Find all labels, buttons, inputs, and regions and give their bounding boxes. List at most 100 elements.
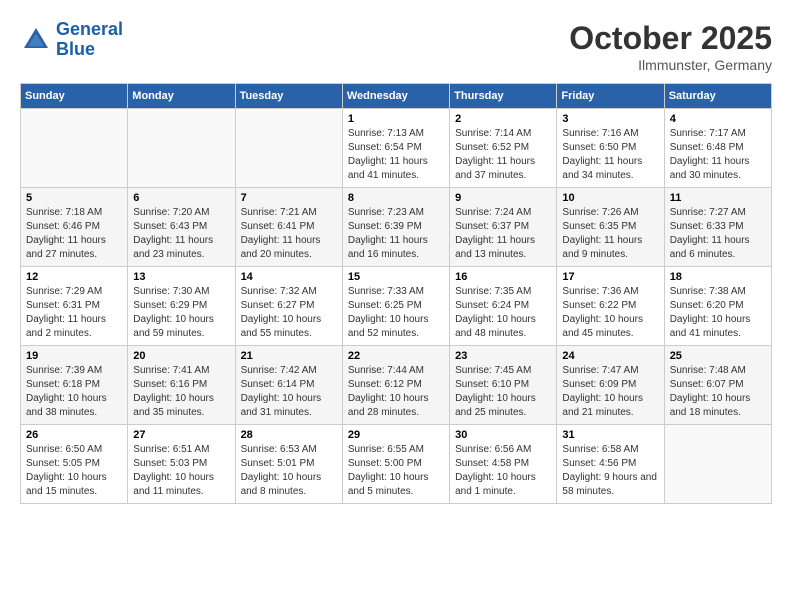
calendar-cell: 26 Sunrise: 6:50 AMSunset: 5:05 PMDayligh… [21,425,128,504]
week-row-1: 1 Sunrise: 7:13 AMSunset: 6:54 PMDaylight… [21,109,772,188]
weekday-header-wednesday: Wednesday [342,84,449,109]
weekday-header-tuesday: Tuesday [235,84,342,109]
day-info: Sunrise: 7:38 AMSunset: 6:20 PMDaylight:… [670,285,766,341]
weekday-header-saturday: Saturday [664,84,771,109]
logo-text: General Blue [56,20,123,60]
calendar-cell: 21Sunrise: 7:42 AMSunset: 6:14 PMDayligh… [235,346,342,425]
logo: General Blue [20,20,123,60]
calendar-cell: 16 Sunrise: 7:35 AMSunset: 6:24 PMDayligh… [450,267,557,346]
calendar-cell: 24Sunrise: 7:47 AMSunset: 6:09 PMDayligh… [557,346,664,425]
calendar-cell: 29 Sunrise: 6:55 AMSunset: 5:00 PMDayligh… [342,425,449,504]
day-number: 19 [26,350,122,362]
day-info: Sunrise: 7:29 AMSunset: 6:31 PMDaylight:… [26,285,122,341]
calendar: SundayMondayTuesdayWednesdayThursdayFrid… [20,83,772,504]
logo-blue: Blue [56,39,95,59]
day-info: Sunrise: 7:21 AMSunset: 6:41 PMDaylight:… [241,206,337,262]
calendar-cell: 20 Sunrise: 7:41 AMSunset: 6:16 PMDayligh… [128,346,235,425]
page-header: General Blue October 2025 Ilmmunster, Ge… [20,20,772,73]
calendar-cell: 3 Sunrise: 7:16 AMSunset: 6:50 PMDaylight… [557,109,664,188]
weekday-header-monday: Monday [128,84,235,109]
calendar-cell: 9Sunrise: 7:24 AMSunset: 6:37 PMDaylight… [450,188,557,267]
calendar-cell: 7Sunrise: 7:21 AMSunset: 6:41 PMDaylight… [235,188,342,267]
day-info: Sunrise: 6:51 AMSunset: 5:03 PMDaylight:… [133,443,229,499]
weekday-header-thursday: Thursday [450,84,557,109]
day-number: 16 [455,271,551,283]
day-number: 23 [455,350,551,362]
day-info: Sunrise: 7:35 AMSunset: 6:24 PMDaylight:… [455,285,551,341]
day-info: Sunrise: 7:33 AMSunset: 6:25 PMDaylight:… [348,285,444,341]
day-info: Sunrise: 7:26 AMSunset: 6:35 PMDaylight:… [562,206,658,262]
calendar-cell: 23 Sunrise: 7:45 AMSunset: 6:10 PMDayligh… [450,346,557,425]
day-number: 4 [670,113,766,125]
calendar-cell: 19 Sunrise: 7:39 AMSunset: 6:18 PMDayligh… [21,346,128,425]
logo-icon [20,24,52,56]
weekday-header-friday: Friday [557,84,664,109]
day-info: Sunrise: 7:23 AMSunset: 6:39 PMDaylight:… [348,206,444,262]
day-number: 5 [26,192,122,204]
week-row-5: 26 Sunrise: 6:50 AMSunset: 5:05 PMDayligh… [21,425,772,504]
calendar-cell [128,109,235,188]
day-info: Sunrise: 7:18 AMSunset: 6:46 PMDaylight:… [26,206,122,262]
logo-general: General [56,19,123,39]
calendar-cell: 15 Sunrise: 7:33 AMSunset: 6:25 PMDayligh… [342,267,449,346]
day-info: Sunrise: 7:36 AMSunset: 6:22 PMDaylight:… [562,285,658,341]
day-number: 17 [562,271,658,283]
day-number: 11 [670,192,766,204]
day-number: 12 [26,271,122,283]
week-row-4: 19 Sunrise: 7:39 AMSunset: 6:18 PMDayligh… [21,346,772,425]
day-info: Sunrise: 7:42 AMSunset: 6:14 PMDaylight:… [241,364,337,420]
calendar-cell: 28Sunrise: 6:53 AMSunset: 5:01 PMDayligh… [235,425,342,504]
day-info: Sunrise: 7:32 AMSunset: 6:27 PMDaylight:… [241,285,337,341]
calendar-cell: 12 Sunrise: 7:29 AMSunset: 6:31 PMDayligh… [21,267,128,346]
day-info: Sunrise: 6:56 AMSunset: 4:58 PMDaylight:… [455,443,551,499]
day-number: 14 [241,271,337,283]
day-info: Sunrise: 7:13 AMSunset: 6:54 PMDaylight:… [348,127,444,183]
day-number: 25 [670,350,766,362]
day-number: 1 [348,113,444,125]
day-number: 30 [455,429,551,441]
calendar-cell: 10Sunrise: 7:26 AMSunset: 6:35 PMDayligh… [557,188,664,267]
calendar-cell: 25 Sunrise: 7:48 AMSunset: 6:07 PMDayligh… [664,346,771,425]
calendar-cell: 17 Sunrise: 7:36 AMSunset: 6:22 PMDayligh… [557,267,664,346]
calendar-cell: 13Sunrise: 7:30 AMSunset: 6:29 PMDayligh… [128,267,235,346]
calendar-cell [21,109,128,188]
calendar-cell: 30 Sunrise: 6:56 AMSunset: 4:58 PMDayligh… [450,425,557,504]
day-info: Sunrise: 7:16 AMSunset: 6:50 PMDaylight:… [562,127,658,183]
day-info: Sunrise: 7:27 AMSunset: 6:33 PMDaylight:… [670,206,766,262]
title-block: October 2025 Ilmmunster, Germany [569,20,772,73]
day-number: 27 [133,429,229,441]
calendar-cell: 31Sunrise: 6:58 AMSunset: 4:56 PMDayligh… [557,425,664,504]
day-info: Sunrise: 6:53 AMSunset: 5:01 PMDaylight:… [241,443,337,499]
calendar-cell: 2Sunrise: 7:14 AMSunset: 6:52 PMDaylight… [450,109,557,188]
weekday-header-sunday: Sunday [21,84,128,109]
day-info: Sunrise: 6:55 AMSunset: 5:00 PMDaylight:… [348,443,444,499]
day-number: 3 [562,113,658,125]
day-info: Sunrise: 7:39 AMSunset: 6:18 PMDaylight:… [26,364,122,420]
calendar-cell [235,109,342,188]
week-row-3: 12 Sunrise: 7:29 AMSunset: 6:31 PMDayligh… [21,267,772,346]
day-info: Sunrise: 7:20 AMSunset: 6:43 PMDaylight:… [133,206,229,262]
calendar-cell: 11 Sunrise: 7:27 AMSunset: 6:33 PMDayligh… [664,188,771,267]
day-info: Sunrise: 7:41 AMSunset: 6:16 PMDaylight:… [133,364,229,420]
calendar-cell: 22Sunrise: 7:44 AMSunset: 6:12 PMDayligh… [342,346,449,425]
day-info: Sunrise: 7:24 AMSunset: 6:37 PMDaylight:… [455,206,551,262]
month-title: October 2025 [569,20,772,57]
day-number: 20 [133,350,229,362]
calendar-cell: 8 Sunrise: 7:23 AMSunset: 6:39 PMDaylight… [342,188,449,267]
day-info: Sunrise: 7:30 AMSunset: 6:29 PMDaylight:… [133,285,229,341]
day-info: Sunrise: 7:14 AMSunset: 6:52 PMDaylight:… [455,127,551,183]
day-number: 26 [26,429,122,441]
day-number: 15 [348,271,444,283]
day-info: Sunrise: 7:45 AMSunset: 6:10 PMDaylight:… [455,364,551,420]
day-info: Sunrise: 6:50 AMSunset: 5:05 PMDaylight:… [26,443,122,499]
day-info: Sunrise: 7:17 AMSunset: 6:48 PMDaylight:… [670,127,766,183]
calendar-cell: 27 Sunrise: 6:51 AMSunset: 5:03 PMDayligh… [128,425,235,504]
calendar-cell [664,425,771,504]
day-info: Sunrise: 7:48 AMSunset: 6:07 PMDaylight:… [670,364,766,420]
day-number: 29 [348,429,444,441]
day-number: 8 [348,192,444,204]
weekday-header-row: SundayMondayTuesdayWednesdayThursdayFrid… [21,84,772,109]
day-info: Sunrise: 6:58 AMSunset: 4:56 PMDaylight:… [562,443,658,499]
day-number: 22 [348,350,444,362]
day-number: 24 [562,350,658,362]
